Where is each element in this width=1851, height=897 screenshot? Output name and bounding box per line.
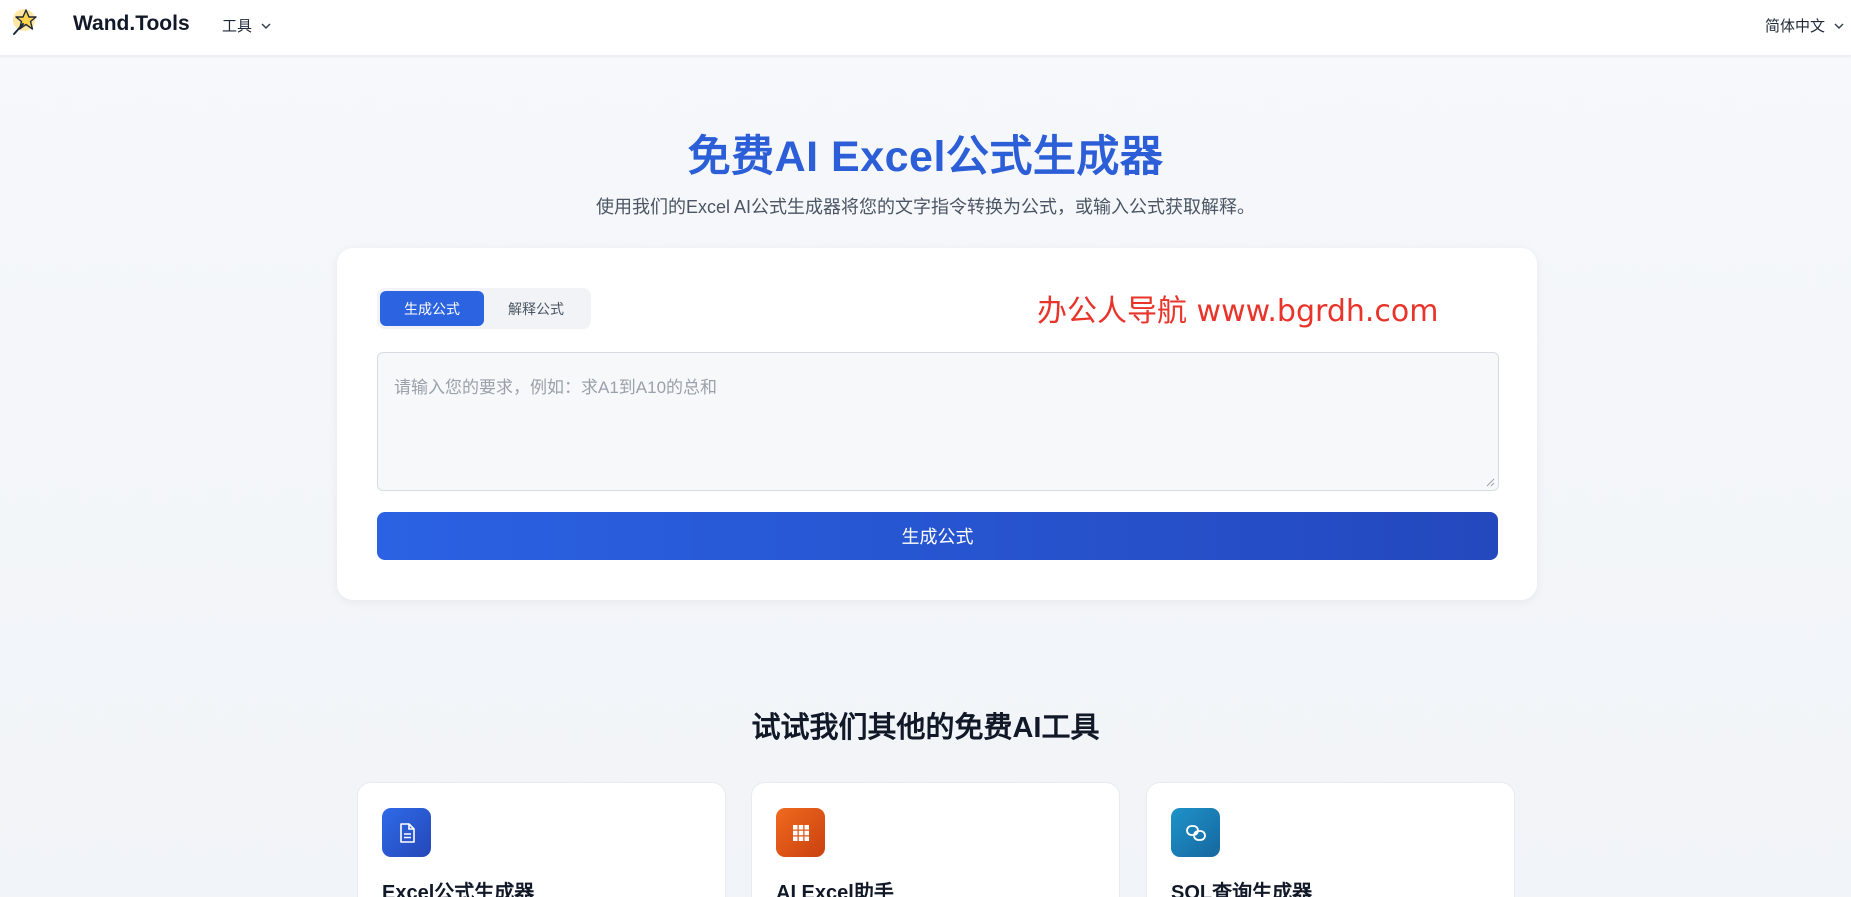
formula-tool-card: 生成公式 解释公式 办公人导航 www.bgrdh.com 请输入您的要求，例如…: [337, 248, 1537, 600]
top-navbar: Wand.Tools 工具 简体中文: [0, 0, 1851, 56]
tool-card-excel-formula[interactable]: Excel公式生成器: [357, 782, 726, 897]
language-label: 简体中文: [1764, 18, 1825, 35]
brand-name[interactable]: Wand.Tools: [73, 12, 190, 36]
page-title: 免费AI Excel公式生成器: [687, 133, 1164, 181]
tools-dropdown[interactable]: 工具: [222, 15, 272, 36]
link-icon: [1171, 808, 1220, 857]
tool-card-name: SQL查询生成器: [1171, 882, 1313, 897]
generate-formula-button[interactable]: 生成公式: [377, 512, 1498, 560]
magic-wand-logo-icon[interactable]: [10, 6, 42, 38]
grid-icon: [776, 808, 825, 857]
tool-card-sql-generator[interactable]: SQL查询生成器: [1146, 782, 1515, 897]
textarea-placeholder: 请输入您的要求，例如：求A1到A10的总和: [394, 378, 718, 397]
tools-dropdown-label: 工具: [222, 18, 253, 35]
requirement-textarea[interactable]: 请输入您的要求，例如：求A1到A10的总和: [377, 352, 1499, 491]
tab-generate-formula[interactable]: 生成公式: [380, 291, 484, 326]
tool-card-name: Excel公式生成器: [382, 882, 535, 897]
tab-explain-formula[interactable]: 解释公式: [484, 291, 588, 326]
page-subtitle: 使用我们的Excel AI公式生成器将您的文字指令转换为公式，或输入公式获取解释…: [595, 197, 1256, 217]
watermark-text: 办公人导航 www.bgrdh.com: [1037, 294, 1439, 329]
other-tools-title: 试试我们其他的免费AI工具: [751, 712, 1100, 744]
tool-card-ai-excel-assistant[interactable]: AI Excel助手: [751, 782, 1120, 897]
document-icon: [382, 808, 431, 857]
chevron-down-icon: [261, 22, 271, 29]
tool-card-name: AI Excel助手: [776, 882, 894, 897]
resize-handle-icon[interactable]: [1485, 477, 1495, 487]
mode-tabs: 生成公式 解释公式: [377, 288, 591, 329]
chevron-down-icon: [1834, 22, 1844, 29]
language-dropdown[interactable]: 简体中文: [1765, 15, 1845, 36]
